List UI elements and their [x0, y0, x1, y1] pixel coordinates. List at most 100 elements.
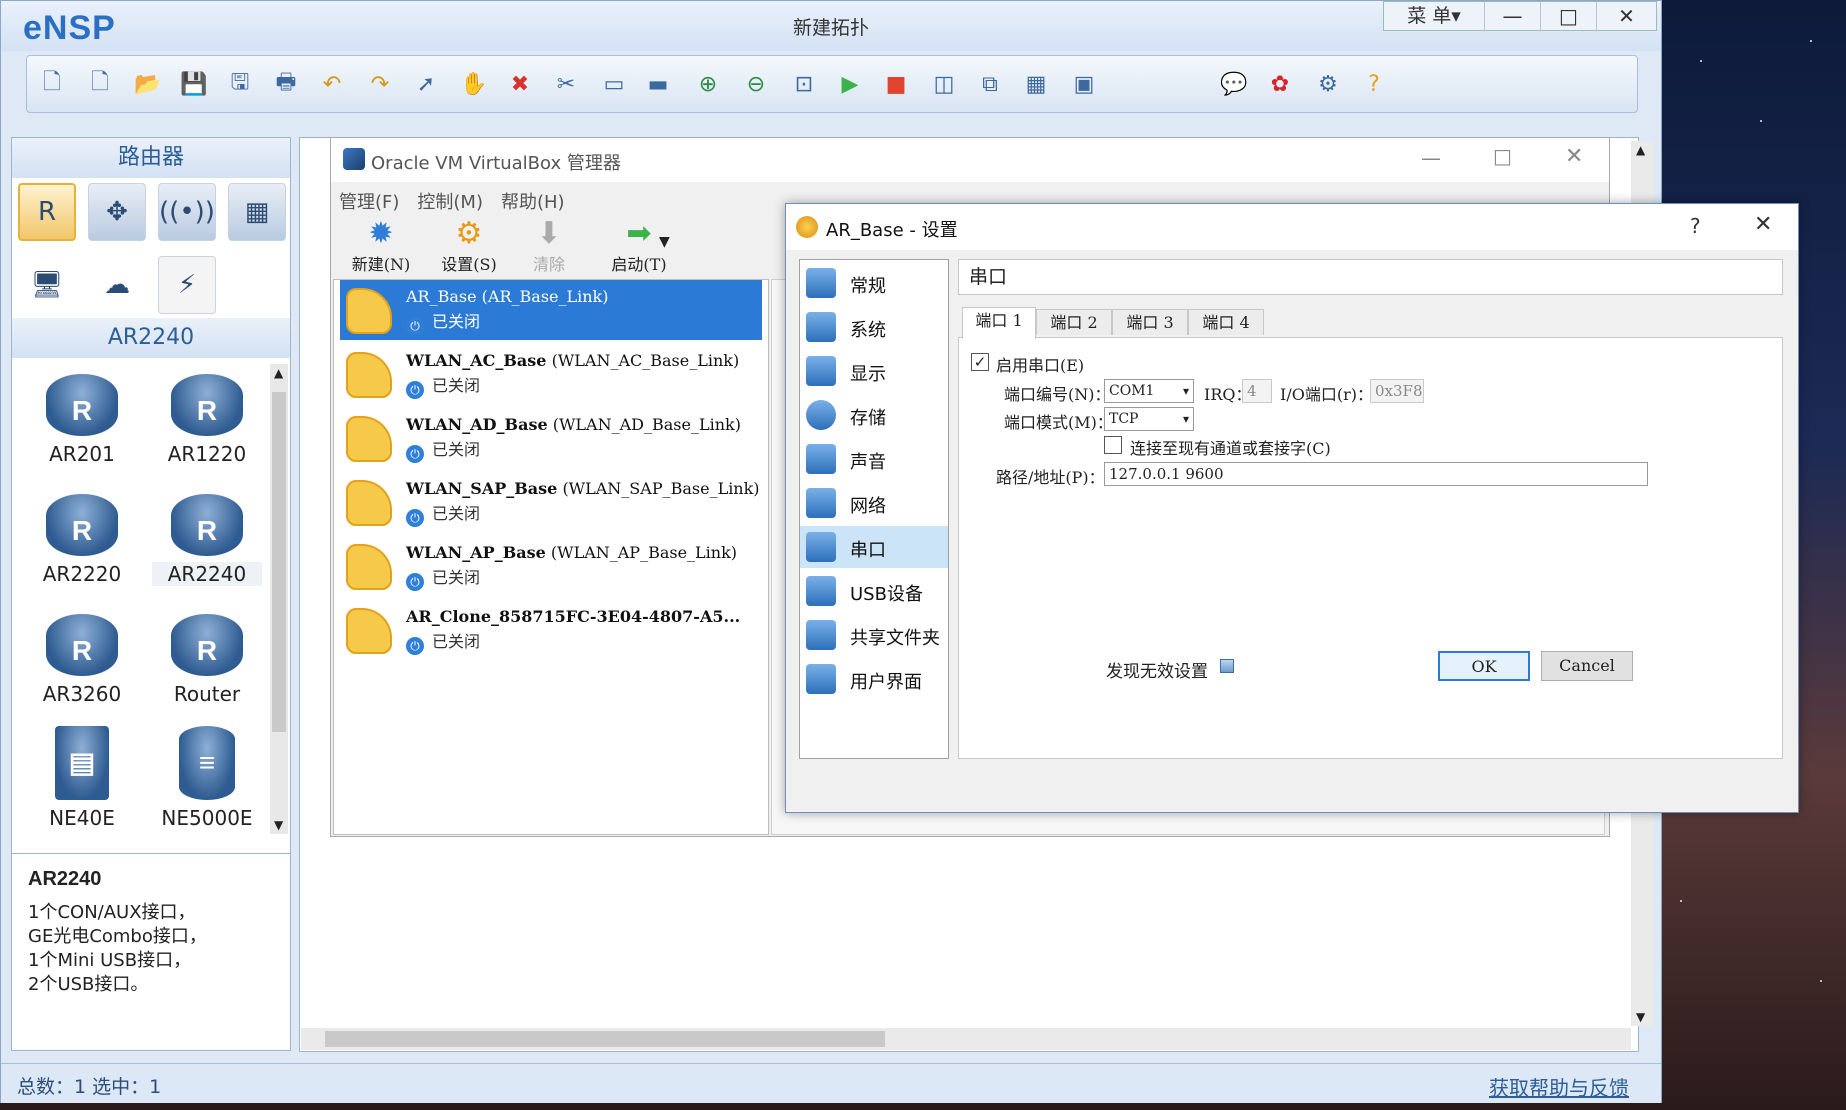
- vm-item[interactable]: AR_Clone_858715FC-3E04-4807-A5... ⏻ 已关闭: [340, 600, 762, 660]
- vbox-close-button[interactable]: ✕: [1565, 144, 1583, 169]
- port-mode-select[interactable]: TCP: [1104, 407, 1194, 431]
- vm-item[interactable]: WLAN_AD_Base (WLAN_AD_Base_Link) ⏻ 已关闭: [340, 408, 762, 468]
- topology-icon[interactable]: ⧉: [973, 67, 1007, 101]
- start-all-icon[interactable]: ▶: [833, 67, 867, 101]
- irq-input[interactable]: 4: [1242, 379, 1272, 403]
- device-ar3260[interactable]: R AR3260: [27, 614, 137, 706]
- nav-display[interactable]: 显示: [800, 350, 948, 392]
- vbox-new-button[interactable]: ✹ 新建(N): [339, 216, 423, 275]
- serial-port-icon: [806, 532, 836, 562]
- canvas-hscrollbar[interactable]: [301, 1028, 1631, 1050]
- settings-gear-icon: ⚙: [455, 216, 483, 251]
- print-icon[interactable]: 🖶: [269, 67, 303, 101]
- device-router[interactable]: R Router: [152, 614, 262, 706]
- menu-button[interactable]: 菜 单▾: [1384, 2, 1484, 32]
- wireless-category-icon[interactable]: ((•)): [158, 183, 216, 241]
- vbox-settings-button[interactable]: ⚙ 设置(S): [427, 216, 511, 275]
- router-icon: R: [171, 374, 243, 436]
- new-star-icon: ✹: [368, 216, 394, 251]
- vm-os-icon: [346, 544, 392, 590]
- io-port-input[interactable]: 0x3F8: [1370, 379, 1424, 403]
- dialog-close-button[interactable]: ✕: [1754, 212, 1772, 237]
- device-ar2220[interactable]: R AR2220: [27, 494, 137, 586]
- dialog-help-button[interactable]: ?: [1690, 214, 1701, 238]
- device-ne40e[interactable]: ▤ NE40E: [27, 726, 137, 830]
- nav-general[interactable]: 常规: [800, 262, 948, 304]
- device-scrollbar[interactable]: ▲ ▼: [270, 364, 288, 834]
- nav-shared-folders[interactable]: 共享文件夹: [800, 614, 948, 656]
- select-icon[interactable]: ➚: [409, 67, 443, 101]
- vbox-minimize-button[interactable]: —: [1421, 146, 1441, 170]
- tab-port-2[interactable]: 端口 2: [1036, 309, 1112, 335]
- settings-icon[interactable]: ⚙: [1311, 67, 1345, 101]
- tab-port-4[interactable]: 端口 4: [1188, 309, 1264, 335]
- terminal-icon[interactable]: ▣: [1067, 67, 1101, 101]
- cancel-button[interactable]: Cancel: [1541, 651, 1633, 681]
- stop-all-icon[interactable]: ■: [879, 67, 913, 101]
- maximize-button[interactable]: □: [1540, 2, 1596, 32]
- new-example-icon[interactable]: 🗋: [83, 67, 117, 101]
- vm-item[interactable]: WLAN_AC_Base (WLAN_AC_Base_Link) ⏻ 已关闭: [340, 344, 762, 404]
- help-feedback-link[interactable]: 获取帮助与反馈: [1489, 1072, 1629, 1101]
- connect-existing-checkbox[interactable]: [1104, 436, 1122, 454]
- zoom-in-icon[interactable]: ⊕: [691, 67, 725, 101]
- selection-count: 总数：1 选中：1: [17, 1076, 162, 1098]
- port-number-select[interactable]: COM1: [1104, 379, 1194, 403]
- vbox-maximize-button[interactable]: □: [1493, 144, 1512, 168]
- menu-control[interactable]: 控制(M): [417, 188, 483, 214]
- grid-icon[interactable]: ▦: [1019, 67, 1053, 101]
- vm-item[interactable]: AR_Base (AR_Base_Link) ⏻ 已关闭: [340, 280, 762, 340]
- huawei-icon[interactable]: ✿: [1263, 67, 1297, 101]
- nav-system[interactable]: 系统: [800, 306, 948, 348]
- zoom-out-icon[interactable]: ⊖: [739, 67, 773, 101]
- firewall-category-icon[interactable]: ▦: [228, 183, 286, 241]
- vm-item[interactable]: WLAN_AP_Base (WLAN_AP_Base_Link) ⏻ 已关闭: [340, 536, 762, 596]
- text-icon[interactable]: ▭: [597, 67, 631, 101]
- tab-port-1[interactable]: 端口 1: [962, 307, 1036, 339]
- help-icon[interactable]: ?: [1357, 67, 1391, 101]
- fit-icon[interactable]: ⊡: [787, 67, 821, 101]
- tab-port-3[interactable]: 端口 3: [1112, 309, 1188, 335]
- window-icon: [806, 664, 836, 694]
- close-button[interactable]: ✕: [1596, 2, 1656, 32]
- switch-category-icon[interactable]: ✥: [88, 183, 146, 241]
- start-arrow-icon: ➡: [626, 216, 652, 251]
- nav-network[interactable]: 网络: [800, 482, 948, 524]
- pan-icon[interactable]: ✋: [457, 67, 491, 101]
- new-topology-icon[interactable]: 🗋: [35, 67, 69, 101]
- nav-user-interface[interactable]: 用户界面: [800, 658, 948, 700]
- enable-serial-checkbox[interactable]: ✓: [971, 353, 989, 371]
- vm-item[interactable]: WLAN_SAP_Base (WLAN_SAP_Base_Link) ⏻ 已关闭: [340, 472, 762, 532]
- device-ar201[interactable]: R AR201: [27, 374, 137, 466]
- undo-icon[interactable]: ↶: [315, 67, 349, 101]
- nav-usb[interactable]: USB设备: [800, 570, 948, 612]
- cloud-category-icon[interactable]: ☁: [88, 256, 146, 314]
- capture-icon[interactable]: ◫: [927, 67, 961, 101]
- chat-icon[interactable]: 💬: [1217, 67, 1251, 101]
- nav-storage[interactable]: 存储: [800, 394, 948, 436]
- path-address-input[interactable]: 127.0.0.1 9600: [1104, 462, 1648, 486]
- ok-button[interactable]: OK: [1438, 651, 1530, 681]
- menu-manage[interactable]: 管理(F): [339, 188, 399, 214]
- device-ar2240[interactable]: R AR2240: [152, 494, 262, 586]
- rectangle-icon[interactable]: ▬: [641, 67, 675, 101]
- start-dropdown-icon[interactable]: ▼: [659, 234, 670, 250]
- redo-icon[interactable]: ↷: [363, 67, 397, 101]
- power-off-icon: ⏻: [406, 637, 424, 655]
- router-category-icon[interactable]: R: [18, 183, 76, 241]
- vbox-discard-button[interactable]: ⬇ 清除: [507, 216, 591, 275]
- delete-icon[interactable]: ✖: [503, 67, 537, 101]
- open-icon[interactable]: 📂: [131, 67, 165, 101]
- nav-audio[interactable]: 声音: [800, 438, 948, 480]
- menu-help[interactable]: 帮助(H): [501, 188, 565, 214]
- device-ar1220[interactable]: R AR1220: [152, 374, 262, 466]
- nav-serial[interactable]: 串口: [800, 526, 948, 568]
- minimize-button[interactable]: —: [1484, 2, 1540, 32]
- save-icon[interactable]: 💾: [177, 67, 211, 101]
- delete-link-icon[interactable]: ✂: [549, 67, 583, 101]
- pc-category-icon[interactable]: 🖥: [18, 256, 76, 314]
- device-ne5000e[interactable]: ≡ NE5000E: [152, 726, 262, 830]
- save-as-icon[interactable]: 🖫: [223, 67, 257, 101]
- vbox-start-button[interactable]: ➡ 启动(T): [587, 216, 691, 275]
- link-category-icon[interactable]: ⚡: [158, 256, 216, 314]
